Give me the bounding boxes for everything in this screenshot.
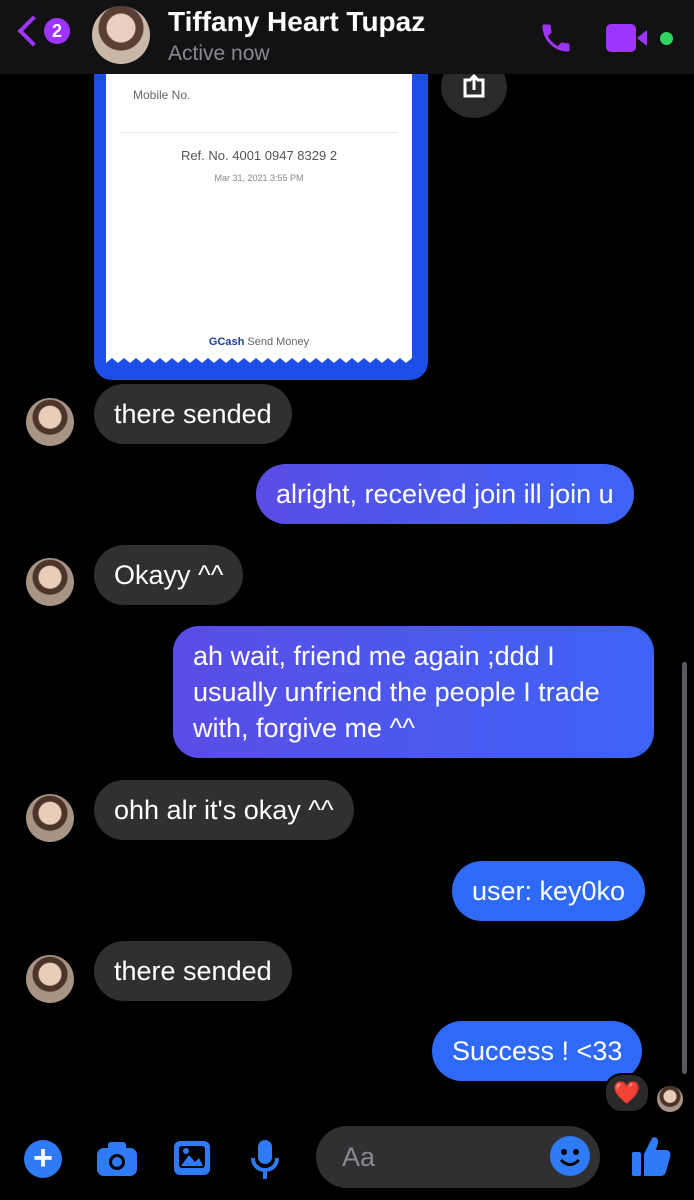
- receipt-date: Mar 31, 2021 3:55 PM: [214, 173, 304, 183]
- message-incoming[interactable]: there sended: [94, 941, 292, 1001]
- sender-avatar[interactable]: [26, 794, 74, 842]
- receipt-divider: [120, 132, 398, 133]
- message-composer[interactable]: [316, 1126, 600, 1188]
- microphone-icon[interactable]: [250, 1138, 280, 1182]
- active-status-dot: [660, 32, 673, 45]
- emoji-icon[interactable]: [550, 1136, 590, 1176]
- message-outgoing[interactable]: ah wait, friend me again ;ddd I usually …: [173, 626, 654, 758]
- receipt-brand: GCash Send Money: [106, 336, 412, 348]
- gcash-receipt: Mobile No. Ref. No. 4001 0947 8329 2 Mar…: [106, 60, 412, 356]
- receipt-reference: Ref. No. 4001 0947 8329 2: [180, 148, 338, 163]
- image-icon[interactable]: [172, 1139, 212, 1177]
- sender-avatar[interactable]: [26, 558, 74, 606]
- message-incoming[interactable]: there sended: [94, 384, 292, 444]
- message-incoming[interactable]: ohh alr it's okay ^^: [94, 780, 354, 840]
- plus-icon[interactable]: +: [24, 1140, 62, 1178]
- share-icon: [463, 74, 485, 98]
- camera-icon[interactable]: [95, 1140, 139, 1178]
- receipt-mobile-label: Mobile No.: [133, 88, 191, 102]
- phone-icon[interactable]: [537, 20, 575, 56]
- message-outgoing[interactable]: alright, received join ill join u: [256, 464, 634, 524]
- chat-header: 2 Tiffany Heart Tupaz Active now: [0, 0, 694, 74]
- sender-avatar[interactable]: [26, 955, 74, 1003]
- contact-status: Active now: [168, 42, 270, 65]
- message-input[interactable]: [340, 1136, 534, 1178]
- back-button[interactable]: 2: [17, 15, 70, 47]
- scrollbar[interactable]: [682, 662, 687, 1074]
- seen-avatar: [657, 1086, 683, 1112]
- sender-avatar[interactable]: [26, 398, 74, 446]
- back-chevron-icon: [17, 15, 49, 47]
- contact-name[interactable]: Tiffany Heart Tupaz: [168, 6, 425, 38]
- contact-avatar[interactable]: [92, 6, 150, 64]
- composer-toolbar: +: [0, 1118, 694, 1200]
- heart-reaction[interactable]: ❤️: [604, 1073, 650, 1113]
- receipt-image-message[interactable]: Mobile No. Ref. No. 4001 0947 8329 2 Mar…: [94, 60, 428, 380]
- message-incoming[interactable]: Okayy ^^: [94, 545, 244, 605]
- thumbs-up-icon[interactable]: [630, 1134, 672, 1178]
- message-outgoing[interactable]: user: key0ko: [452, 861, 646, 921]
- message-outgoing[interactable]: Success ! <33: [432, 1021, 643, 1081]
- receipt-type: Send Money: [247, 336, 310, 348]
- receipt-zigzag-edge: [106, 354, 412, 363]
- gcash-brand: GCash: [208, 336, 245, 348]
- video-camera-icon[interactable]: [606, 24, 654, 52]
